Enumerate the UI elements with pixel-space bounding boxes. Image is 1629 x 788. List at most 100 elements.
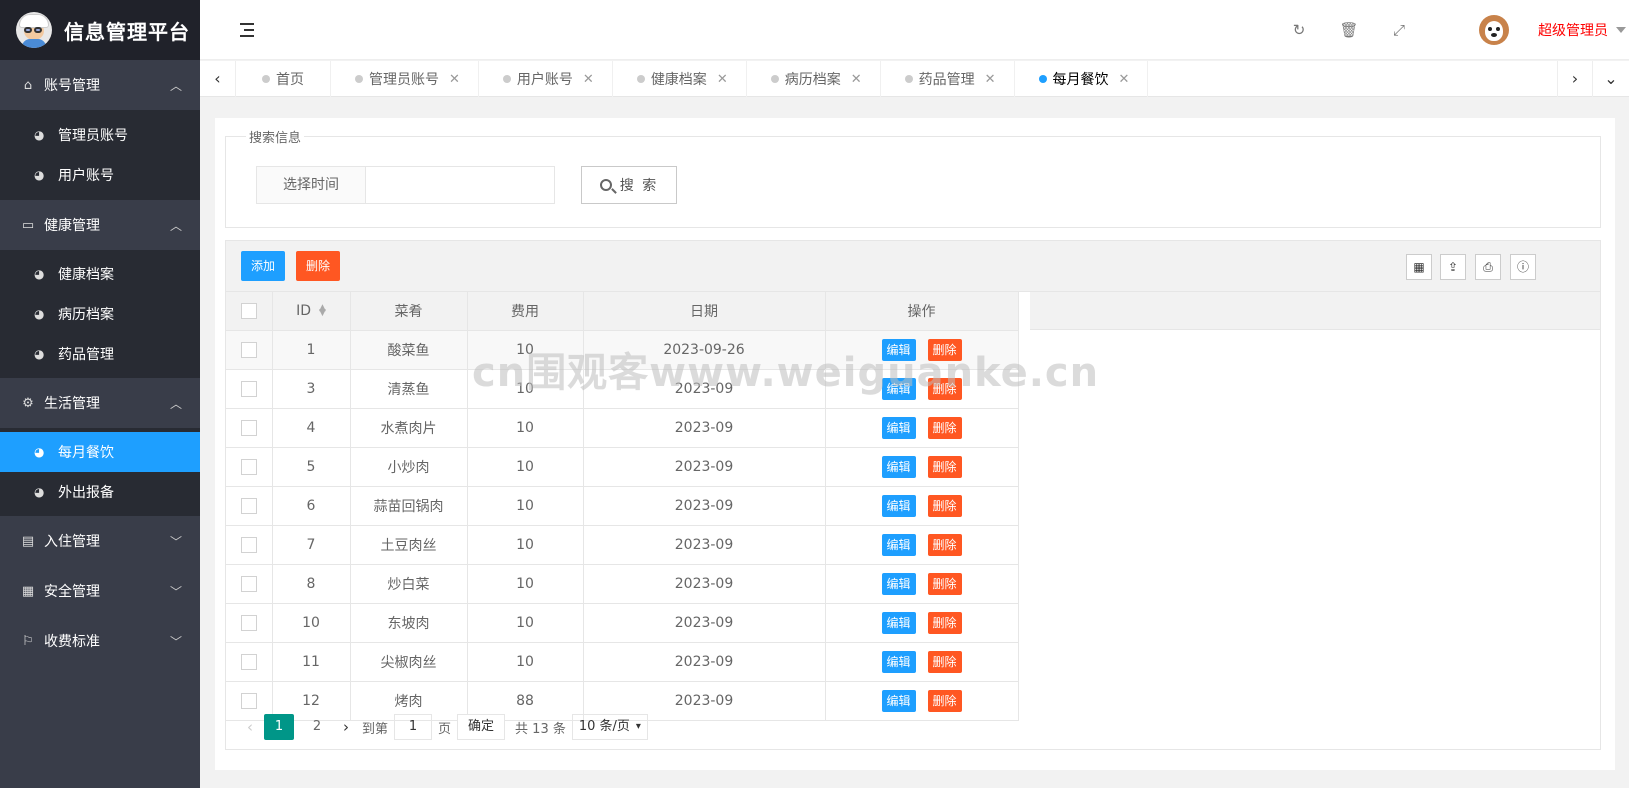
tab-prev-icon[interactable]: ‹ — [200, 61, 236, 97]
table-row[interactable]: 8 炒白菜 10 2023-09 编辑 删除 — [226, 564, 1019, 604]
page-size-select[interactable]: 10 条/页 ▾ — [571, 714, 648, 740]
sort-icon[interactable]: ▲ ▼ — [319, 303, 326, 317]
add-button[interactable]: 添加 — [241, 251, 285, 281]
cell-id: 11 — [272, 642, 351, 682]
delete-button[interactable]: 删除 — [927, 455, 962, 478]
tab-menu-chevron-icon[interactable]: ⌄ — [1593, 61, 1629, 97]
caret-down-icon[interactable] — [1616, 27, 1626, 33]
row-checkbox[interactable] — [240, 458, 257, 475]
cell-date: 2023-09 — [583, 642, 826, 682]
avatar[interactable] — [1479, 15, 1509, 45]
row-checkbox[interactable] — [240, 536, 257, 553]
delete-button[interactable]: 删除 — [927, 494, 962, 517]
sidebar-item-admin-account[interactable]: ◕ 管理员账号 — [0, 115, 200, 155]
sidebar-item-outing-report[interactable]: ◕ 外出报备 — [0, 472, 200, 512]
row-checkbox[interactable] — [240, 653, 257, 670]
sidebar-item-monthly-meals[interactable]: ◕ 每月餐饮 — [0, 432, 200, 472]
close-icon[interactable]: ✕ — [851, 72, 862, 87]
close-icon[interactable]: ✕ — [449, 72, 460, 87]
row-checkbox[interactable] — [240, 341, 257, 358]
edit-button[interactable]: 编辑 — [881, 650, 916, 673]
select-all-checkbox[interactable] — [240, 302, 257, 319]
next-page-icon[interactable]: › — [336, 718, 356, 736]
col-date: 日期 — [583, 292, 826, 331]
close-icon[interactable]: ✕ — [717, 72, 728, 87]
table-row[interactable]: 11 尖椒肉丝 10 2023-09 编辑 删除 — [226, 642, 1019, 682]
tab-next-icon[interactable]: › — [1557, 61, 1593, 97]
tab-admin-account[interactable]: 管理员账号 ✕ — [331, 61, 479, 97]
tab-label: 病历档案 — [784, 72, 841, 88]
edit-button[interactable]: 编辑 — [881, 455, 916, 478]
sidebar-item-medicine[interactable]: ◕ 药品管理 — [0, 334, 200, 374]
table-row[interactable]: 1 酸菜鱼 10 2023-09-26 编辑 删除 — [226, 330, 1019, 370]
sidebar-item-health-record[interactable]: ◕ 健康档案 — [0, 254, 200, 294]
tab-medicine[interactable]: 药品管理 ✕ — [881, 61, 1015, 97]
menu-head-life[interactable]: ⚙ 生活管理 ︿ — [0, 378, 200, 428]
tab-home[interactable]: 首页 — [238, 61, 331, 97]
fullscreen-icon[interactable]: ⤢ — [1389, 20, 1409, 40]
edit-button[interactable]: 编辑 — [881, 533, 916, 556]
page-button-2[interactable]: 2 — [302, 714, 332, 740]
edit-button[interactable]: 编辑 — [881, 377, 916, 400]
delete-button[interactable]: 删除 — [927, 650, 962, 673]
prev-page-icon[interactable]: ‹ — [240, 718, 260, 736]
info-icon[interactable]: ⓘ — [1510, 254, 1536, 280]
refresh-icon[interactable]: ↻ — [1289, 20, 1309, 40]
delete-button[interactable]: 删除 — [927, 416, 962, 439]
menu-head-account[interactable]: ⌂ 账号管理 ︿ — [0, 60, 200, 110]
tab-monthly-meals[interactable]: 每月餐饮 ✕ — [1015, 61, 1149, 97]
print-icon[interactable]: ⎙ — [1475, 254, 1501, 280]
sidebar-item-user-account[interactable]: ◕ 用户账号 — [0, 155, 200, 195]
user-name[interactable]: 超级管理员 — [1538, 20, 1608, 40]
row-checkbox[interactable] — [240, 614, 257, 631]
menu-head-health[interactable]: ▭ 健康管理 ︿ — [0, 200, 200, 250]
page-button-1[interactable]: 1 — [264, 714, 294, 740]
goto-confirm-button[interactable]: 确定 — [457, 714, 506, 740]
col-id[interactable]: ID ▲ ▼ — [272, 292, 351, 331]
delete-button[interactable]: 删除 — [927, 572, 962, 595]
menu-head-checkin[interactable]: ▤ 入住管理 ﹀ — [0, 516, 200, 566]
chevron-down-icon: ▾ — [635, 721, 641, 732]
row-checkbox[interactable] — [240, 497, 257, 514]
columns-filter-icon[interactable]: ▦ — [1406, 254, 1432, 280]
close-icon[interactable]: ✕ — [583, 72, 594, 87]
date-input[interactable] — [365, 166, 555, 204]
tab-health-record[interactable]: 健康档案 ✕ — [613, 61, 747, 97]
export-icon[interactable]: ⇪ — [1440, 254, 1466, 280]
tab-medical-record[interactable]: 病历档案 ✕ — [747, 61, 881, 97]
table-row[interactable]: 3 清蒸鱼 10 2023-09 编辑 删除 — [226, 369, 1019, 409]
search-button[interactable]: 搜 索 — [581, 166, 677, 204]
row-checkbox[interactable] — [240, 380, 257, 397]
page-size-value: 10 条/页 — [578, 719, 630, 734]
row-checkbox[interactable] — [240, 575, 257, 592]
delete-button[interactable]: 删除 — [927, 377, 962, 400]
table-row[interactable]: 10 东坡肉 10 2023-09 编辑 删除 — [226, 603, 1019, 643]
logo[interactable]: 信息管理平台 — [0, 0, 200, 60]
menu-toggle-icon[interactable] — [238, 20, 258, 40]
row-checkbox[interactable] — [240, 419, 257, 436]
goto-page-input[interactable]: 1 — [394, 714, 433, 740]
close-icon[interactable]: ✕ — [985, 72, 996, 87]
edit-button[interactable]: 编辑 — [881, 611, 916, 634]
table-row[interactable]: 4 水煮肉片 10 2023-09 编辑 删除 — [226, 408, 1019, 448]
delete-button[interactable]: 删除 — [927, 338, 962, 361]
edit-button[interactable]: 编辑 — [881, 416, 916, 439]
table-row[interactable]: 6 蒜苗回锅肉 10 2023-09 编辑 删除 — [226, 486, 1019, 526]
edit-button[interactable]: 编辑 — [881, 494, 916, 517]
menu-head-fees[interactable]: ⚐ 收费标准 ﹀ — [0, 616, 200, 666]
tab-label: 药品管理 — [918, 72, 975, 88]
edit-button[interactable]: 编辑 — [881, 338, 916, 361]
cell-date: 2023-09 — [583, 603, 826, 643]
delete-button[interactable]: 删除 — [927, 611, 962, 634]
trash-icon[interactable]: 🗑 — [1339, 20, 1359, 40]
batch-delete-button[interactable]: 删除 — [296, 251, 340, 281]
sidebar-item-medical-record[interactable]: ◕ 病历档案 — [0, 294, 200, 334]
table-row[interactable]: 5 小炒肉 10 2023-09 编辑 删除 — [226, 447, 1019, 487]
chevron-up-icon: ︿ — [169, 396, 182, 411]
table-row[interactable]: 7 土豆肉丝 10 2023-09 编辑 删除 — [226, 525, 1019, 565]
close-icon[interactable]: ✕ — [1119, 72, 1130, 87]
menu-head-security[interactable]: ▦ 安全管理 ﹀ — [0, 566, 200, 616]
tab-user-account[interactable]: 用户账号 ✕ — [479, 61, 613, 97]
edit-button[interactable]: 编辑 — [881, 572, 916, 595]
delete-button[interactable]: 删除 — [927, 533, 962, 556]
